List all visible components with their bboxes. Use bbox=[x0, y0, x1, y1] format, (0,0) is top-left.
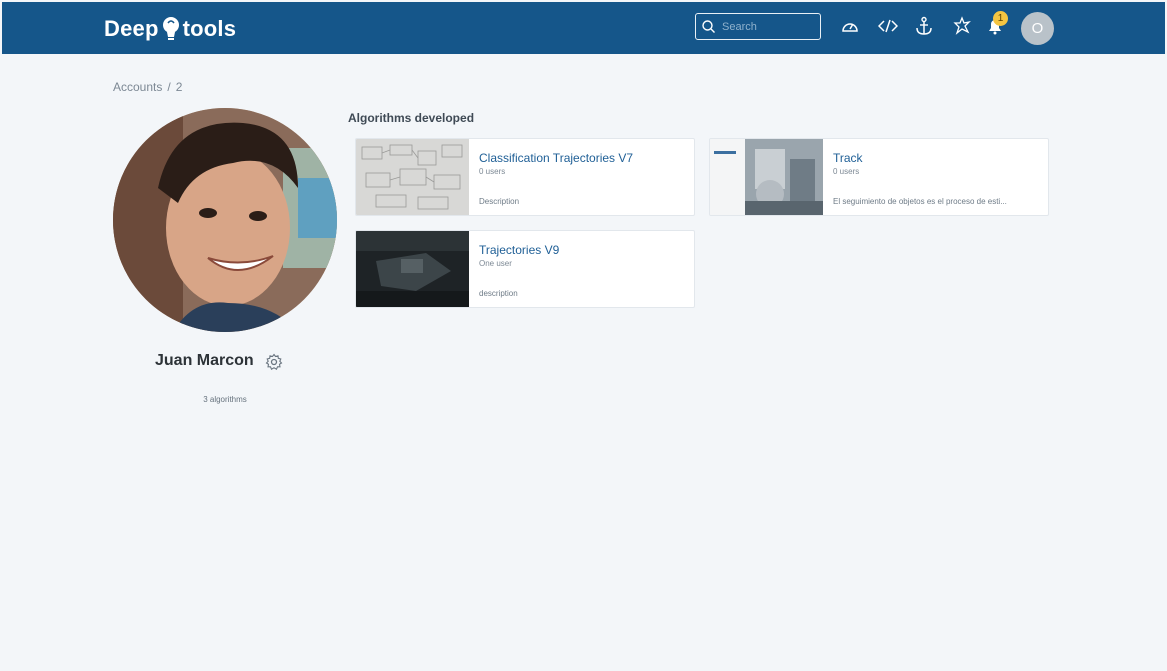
user-avatar[interactable]: O bbox=[1021, 12, 1054, 45]
algorithm-users: One user bbox=[479, 259, 512, 268]
robot-icon[interactable] bbox=[952, 16, 972, 36]
dashboard-icon[interactable] bbox=[840, 16, 860, 36]
profile-name: Juan Marcon bbox=[155, 352, 254, 369]
breadcrumb-current: 2 bbox=[175, 80, 183, 94]
section-title: Algorithms developed bbox=[348, 111, 475, 125]
algorithm-card[interactable]: Track 0 users El seguimiento de objetos … bbox=[709, 138, 1049, 216]
search-input[interactable] bbox=[720, 19, 814, 34]
algorithm-card[interactable]: Trajectories V9 One user description bbox=[355, 230, 695, 308]
deeptools-logo[interactable]: Deep tools bbox=[104, 15, 236, 43]
notification-badge: 1 bbox=[993, 11, 1008, 26]
breadcrumb: Accounts / 2 bbox=[113, 80, 182, 94]
settings-gear-icon[interactable] bbox=[265, 353, 283, 371]
algorithm-users: 0 users bbox=[833, 167, 860, 176]
code-icon[interactable] bbox=[878, 16, 898, 36]
breadcrumb-accounts-link[interactable]: Accounts bbox=[113, 80, 162, 94]
algorithm-description: El seguimiento de objetos es el proceso … bbox=[833, 197, 1007, 206]
lightbulb-icon bbox=[162, 17, 179, 40]
anchor-icon[interactable] bbox=[914, 16, 934, 36]
page-background bbox=[2, 2, 1165, 669]
algorithm-thumbnail bbox=[356, 231, 469, 307]
algorithm-users: 0 users bbox=[479, 167, 506, 176]
logo-text-deep: Deep bbox=[104, 16, 159, 41]
algorithm-count: 3 algorithms bbox=[203, 395, 247, 404]
algorithm-title[interactable]: Track bbox=[833, 151, 863, 165]
algorithm-title[interactable]: Trajectories V9 bbox=[479, 243, 559, 257]
algorithm-description: description bbox=[479, 289, 518, 298]
breadcrumb-separator: / bbox=[167, 80, 171, 94]
algorithm-thumbnail bbox=[710, 139, 823, 215]
logo-text-tools: tools bbox=[182, 16, 237, 41]
profile-photo bbox=[113, 108, 337, 332]
algorithm-thumbnail bbox=[356, 139, 469, 215]
search-box[interactable] bbox=[695, 13, 821, 40]
search-icon bbox=[702, 20, 715, 33]
algorithm-card[interactable]: Classification Trajectories V7 0 users D… bbox=[355, 138, 695, 216]
algorithm-description: Description bbox=[479, 197, 520, 206]
algorithm-title[interactable]: Classification Trajectories V7 bbox=[479, 151, 633, 165]
